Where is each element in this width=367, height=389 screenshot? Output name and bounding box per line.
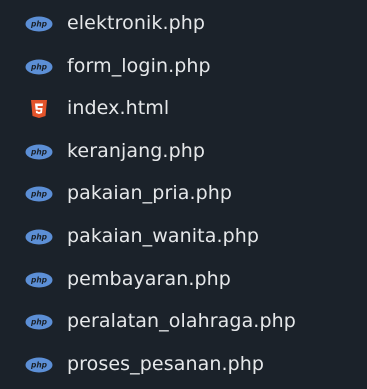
php-icon: php xyxy=(25,58,53,76)
file-name: pakaian_wanita.php xyxy=(67,225,260,248)
php-icon: php xyxy=(25,356,53,374)
file-item[interactable]: php pakaian_pria.php xyxy=(0,173,367,215)
file-item[interactable]: php proses_pesanan.php xyxy=(0,344,367,386)
file-name: proses_pesanan.php xyxy=(67,352,265,375)
svg-text:php: php xyxy=(30,318,48,327)
html5-icon xyxy=(25,100,53,119)
file-item[interactable]: index.html xyxy=(0,88,367,130)
file-item[interactable]: php elektronik.php xyxy=(0,3,367,45)
svg-text:php: php xyxy=(30,190,48,199)
file-item[interactable]: php peralatan_olahraga.php xyxy=(0,301,367,343)
svg-text:php: php xyxy=(30,233,48,242)
file-item[interactable]: php form_login.php xyxy=(0,46,367,88)
svg-text:php: php xyxy=(30,20,48,29)
php-icon: php xyxy=(25,143,53,161)
php-icon: php xyxy=(25,313,53,331)
file-name: index.html xyxy=(67,97,170,120)
php-icon: php xyxy=(25,185,53,203)
file-item[interactable]: php pembayaran.php xyxy=(0,259,367,301)
file-name: pakaian_pria.php xyxy=(67,182,233,205)
svg-text:php: php xyxy=(30,275,48,284)
file-name: form_login.php xyxy=(67,54,211,77)
file-name: keranjang.php xyxy=(67,139,206,162)
file-name: pembayaran.php xyxy=(67,267,231,290)
file-name: peralatan_olahraga.php xyxy=(67,310,296,333)
php-icon: php xyxy=(25,15,53,33)
file-name: elektronik.php xyxy=(67,12,206,35)
file-explorer: php elektronik.php php form_login.php index.… xyxy=(0,0,367,389)
php-icon: php xyxy=(25,228,53,246)
svg-text:php: php xyxy=(30,62,48,71)
php-icon: php xyxy=(25,271,53,289)
svg-text:php: php xyxy=(30,360,48,369)
file-item[interactable]: php keranjang.php xyxy=(0,131,367,173)
file-item[interactable]: php pakaian_wanita.php xyxy=(0,216,367,258)
svg-text:php: php xyxy=(30,147,48,156)
